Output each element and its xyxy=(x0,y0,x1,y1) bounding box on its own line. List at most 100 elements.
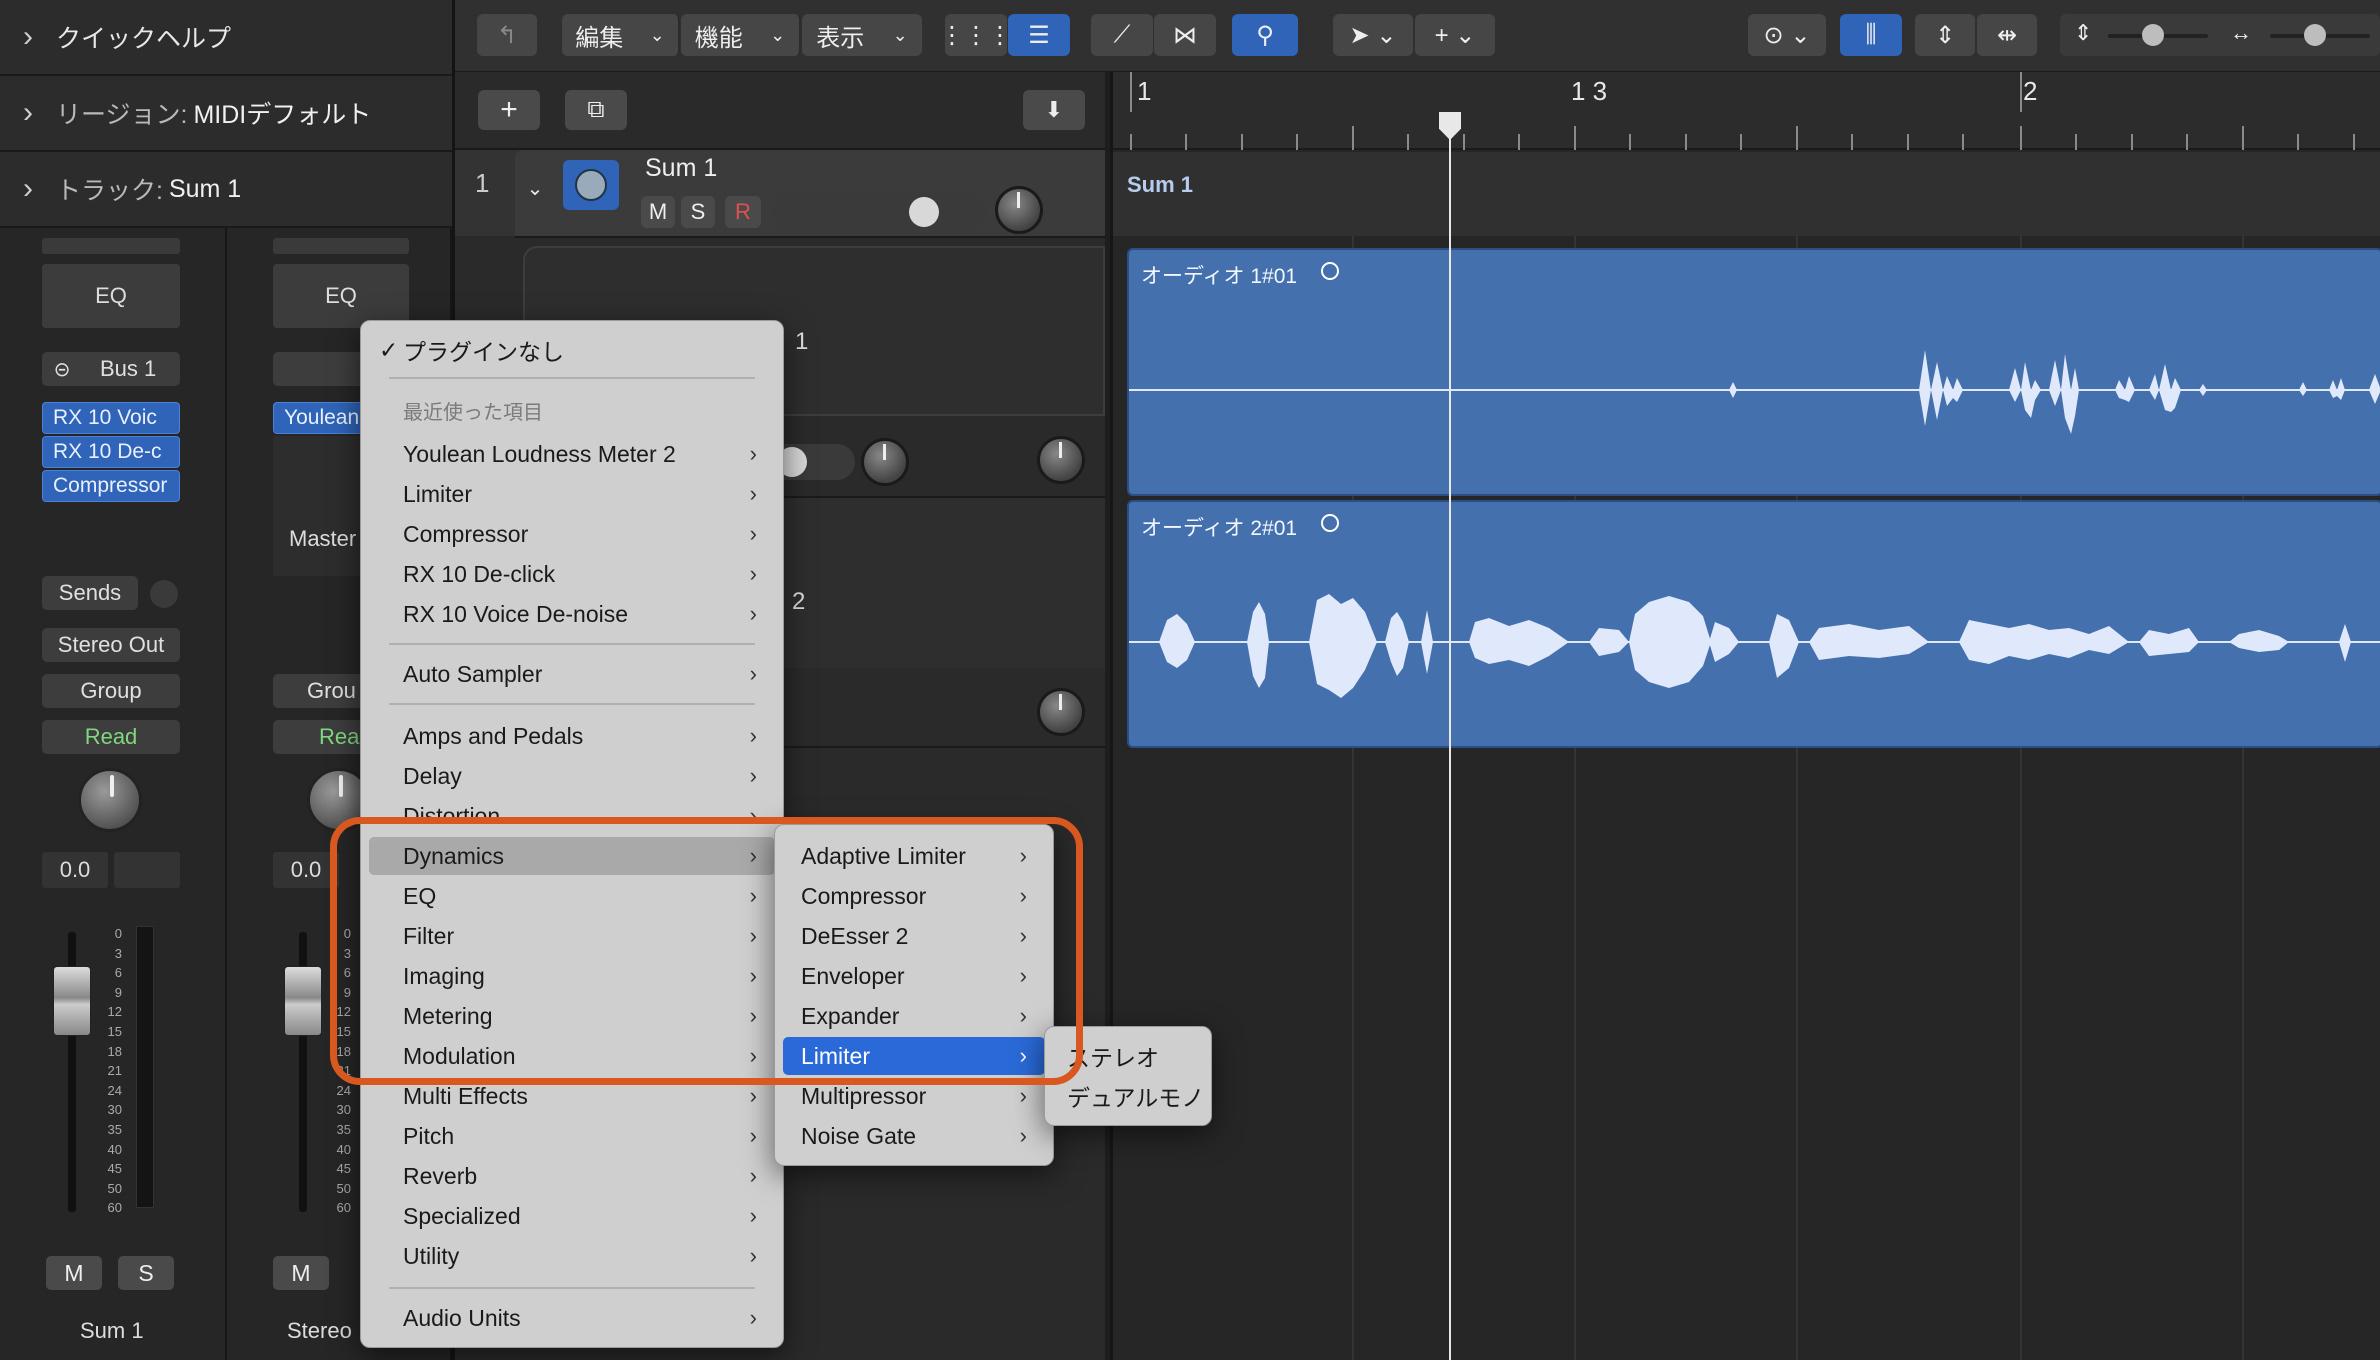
menu-item-recent[interactable]: RX 10 Voice De-noise › xyxy=(369,595,775,633)
audio-region-2[interactable]: オーディオ 2#01 xyxy=(1127,500,2380,748)
strip-name: Sum 1 xyxy=(80,1318,144,1343)
mute-button[interactable]: M xyxy=(273,1256,329,1290)
meter-scale-tick: 45 xyxy=(107,1161,122,1177)
track-row-1[interactable]: 1 ⌄ Sum 1 M S R xyxy=(455,150,1105,236)
menu-item-category[interactable]: Pitch › xyxy=(369,1117,775,1155)
chevron-right-icon: › xyxy=(749,763,757,788)
meter-scale-tick: 12 xyxy=(107,1004,122,1020)
disclosure-chevron-icon[interactable]: ⌄ xyxy=(517,166,553,210)
menu-item-category[interactable]: Reverb › xyxy=(369,1157,775,1195)
sends-button[interactable]: Sends xyxy=(42,576,138,610)
chevron-right-icon: › xyxy=(749,601,757,626)
automation-mode-button[interactable]: Read xyxy=(42,720,180,754)
eq-button[interactable]: EQ xyxy=(42,264,180,328)
plugin-slot-3[interactable]: Compressor xyxy=(42,470,180,502)
strip-setting-slot[interactable] xyxy=(42,238,180,254)
menu-item-recent[interactable]: Youlean Loudness Meter 2 › xyxy=(369,435,775,473)
grid-view-icon[interactable]: ⋮⋮⋮ xyxy=(940,14,1012,56)
horizontal-zoom-thumb[interactable] xyxy=(2304,24,2326,46)
menu-item-dual-mono[interactable]: デュアルモノ xyxy=(1045,1077,1211,1115)
menu-item-category[interactable]: Delay › xyxy=(369,757,775,795)
flex-icon[interactable]: ⋈ xyxy=(1154,14,1216,56)
menu-item-auto-sampler[interactable]: Auto Sampler › xyxy=(369,655,775,693)
menu-item-category[interactable]: Specialized › xyxy=(369,1197,775,1235)
menu-item-recent[interactable]: RX 10 De-click › xyxy=(369,555,775,593)
pointer-tool-menu[interactable]: ➤ ⌄ xyxy=(1333,14,1413,56)
menu-item-recent-label: Youlean Loudness Meter 2 xyxy=(403,440,676,467)
menu-item-recent[interactable]: Compressor › xyxy=(369,515,775,553)
menu-item-category[interactable]: Utility › xyxy=(369,1237,775,1275)
audio-units-label: Audio Units xyxy=(403,1304,521,1331)
channel-strip-sum1: EQ ⊝ Bus 1 RX 10 Voic RX 10 De-c Compres… xyxy=(0,228,227,1360)
horizontal-fit-icon[interactable]: ⇹ xyxy=(1977,14,2037,56)
input-slot[interactable]: ⊝ Bus 1 xyxy=(42,352,180,386)
up-arrow-button[interactable]: ↰ xyxy=(477,14,537,56)
summing-track-label: Sum 1 xyxy=(1127,172,1194,197)
track-name[interactable]: Sum 1 xyxy=(645,154,717,183)
eq-button[interactable]: EQ xyxy=(273,264,409,328)
audio-region-1[interactable]: オーディオ 1#01 xyxy=(1127,248,2380,496)
duplicate-track-button[interactable]: ⧉ xyxy=(565,90,627,130)
vertical-fit-icon[interactable]: ⇕ xyxy=(1915,14,1975,56)
catch-button[interactable]: ⬇ xyxy=(1023,90,1085,130)
menu-item-recent-label: Limiter xyxy=(403,480,473,507)
plugin-slot-1[interactable]: RX 10 Voic xyxy=(42,402,180,434)
add-track-button[interactable]: + xyxy=(478,90,540,130)
menu-item-category-label: Multi Effects xyxy=(403,1082,528,1109)
more-options-icon[interactable]: ⊙ ⌄ xyxy=(1748,14,1826,56)
vertical-zoom-thumb[interactable] xyxy=(2142,24,2164,46)
tracks-area[interactable]: 1 1 3 2 Sum 1 オーディオ 1#01 オーディオ 2#01 xyxy=(1110,72,2380,1360)
menu-item-no-plugin[interactable]: ✓ プラグインなし xyxy=(369,331,775,369)
automation-icon[interactable]: ⟋ xyxy=(1091,14,1153,56)
pan-knob[interactable] xyxy=(995,186,1043,234)
ruler-ticks xyxy=(1130,72,2355,150)
region-row[interactable]: › リージョン: MIDIデフォルト xyxy=(0,76,452,152)
volume-fader-cap[interactable] xyxy=(53,966,91,1036)
menu-item-category-label: Pitch xyxy=(403,1122,455,1149)
menu-item-dynamics-label: Multipressor xyxy=(801,1082,927,1109)
list-view-icon[interactable]: ☰ xyxy=(1008,14,1070,56)
bar-ruler[interactable]: 1 1 3 2 xyxy=(1113,72,2380,150)
mute-button[interactable]: M xyxy=(46,1256,102,1290)
send-knob[interactable] xyxy=(150,580,178,608)
region-value: MIDIデフォルト xyxy=(193,101,372,129)
secondary-tool-menu[interactable]: + ⌄ xyxy=(1415,14,1495,56)
edit-menu[interactable]: 編集 ⌄ xyxy=(562,14,680,56)
menu-item-category[interactable]: Amps and Pedals › xyxy=(369,717,775,755)
pan-knob[interactable] xyxy=(78,768,142,832)
meter-scale-tick: 18 xyxy=(107,1043,122,1059)
track-row[interactable]: › トラック: Sum 1 xyxy=(0,152,452,228)
output-button[interactable]: Stereo Out xyxy=(42,628,180,662)
solo-button[interactable]: S xyxy=(118,1256,174,1290)
functions-menu[interactable]: 機能 ⌄ xyxy=(681,14,801,56)
strip-setting-slot[interactable] xyxy=(273,238,409,254)
plugin-slot-2[interactable]: RX 10 De-c xyxy=(42,436,180,468)
catch-playhead-icon[interactable]: ⚲ xyxy=(1232,14,1298,56)
mute-button[interactable]: M xyxy=(641,196,675,228)
chevron-right-icon: › xyxy=(749,723,757,748)
view-menu[interactable]: 表示 ⌄ xyxy=(802,14,922,56)
menu-item-category-label: Utility xyxy=(403,1242,460,1269)
chevron-down-icon: ⌄ xyxy=(770,24,786,45)
solo-button[interactable]: S xyxy=(681,196,715,228)
pan-knob-2[interactable] xyxy=(1037,436,1085,484)
view-menu-label: 表示 xyxy=(816,24,865,52)
record-enable-button[interactable]: R xyxy=(725,196,761,228)
summing-track-lane[interactable]: Sum 1 xyxy=(1113,152,2380,236)
waveform-zoom-icon[interactable]: ⫼ xyxy=(1840,14,1902,56)
track-icon[interactable] xyxy=(563,160,619,210)
group-button[interactable]: Group xyxy=(42,674,180,708)
menu-item-dynamics[interactable]: Noise Gate › xyxy=(783,1117,1045,1155)
pan-knob-3[interactable] xyxy=(1037,688,1085,736)
menu-item-recent[interactable]: Limiter › xyxy=(369,475,775,513)
volume-slider[interactable] xyxy=(771,194,987,230)
pan-knob[interactable] xyxy=(861,438,909,486)
meter-scale-tick: 40 xyxy=(336,1141,351,1157)
quick-help-row[interactable]: › クイックヘルプ xyxy=(0,0,452,76)
volume-fader-cap[interactable] xyxy=(284,966,322,1036)
playhead-line[interactable] xyxy=(1449,114,1451,1360)
meter-scale-tick: 45 xyxy=(336,1161,351,1177)
chevron-right-icon: › xyxy=(749,1243,757,1268)
menu-item-audio-units[interactable]: Audio Units › xyxy=(369,1299,775,1337)
track-name-partial: 1 xyxy=(795,328,809,355)
